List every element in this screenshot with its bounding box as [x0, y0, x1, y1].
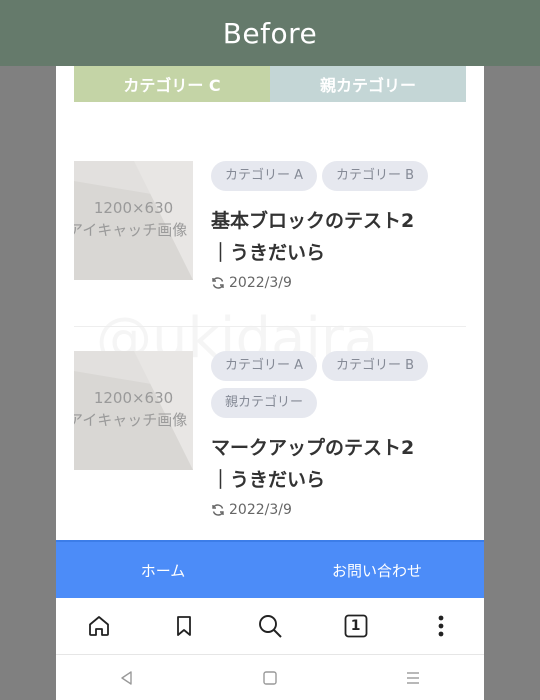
nav-contact-label: お問い合わせ	[331, 561, 422, 580]
system-nav	[56, 655, 484, 700]
before-banner: Before	[0, 0, 540, 66]
refresh-icon	[212, 504, 224, 516]
banner-label: Before	[222, 16, 318, 50]
back-icon[interactable]	[105, 656, 149, 700]
thumbnail-caption: アイキャッチ画像	[74, 221, 188, 239]
category-c-label: カテゴリー C	[123, 76, 221, 95]
home-icon[interactable]	[77, 604, 121, 648]
browser-toolbar: 1	[56, 598, 484, 655]
post-thumbnail[interactable]: 1200×630 アイキャッチ画像	[74, 161, 193, 280]
nav-home-label: ホーム	[140, 561, 186, 580]
post-title[interactable]: 基本ブロックのテスト2｜うきだいら	[211, 205, 431, 269]
search-icon[interactable]	[248, 604, 292, 648]
tag-category-b[interactable]: カテゴリー B	[322, 351, 429, 381]
nav-contact-button[interactable]: お問い合わせ	[270, 542, 484, 598]
phone-screen: カテゴリー C 親カテゴリー @ukidaira 1200×630 アイキャッチ…	[56, 66, 484, 700]
post-date: 2022/3/9	[211, 275, 466, 291]
tabs-icon[interactable]: 1	[334, 604, 378, 648]
thumbnail-size: 1200×630	[93, 389, 174, 407]
tag-category-b[interactable]: カテゴリー B	[322, 161, 429, 191]
bookmark-icon[interactable]	[162, 604, 206, 648]
divider	[74, 326, 466, 327]
post-title[interactable]: マークアップのテスト2｜うきだいら	[211, 432, 431, 496]
category-bar: カテゴリー C 親カテゴリー	[74, 66, 466, 102]
post-thumbnail[interactable]: 1200×630 アイキャッチ画像	[74, 351, 193, 470]
category-c-link[interactable]: カテゴリー C	[74, 66, 270, 102]
tab-count: 1	[350, 618, 361, 634]
post-card[interactable]: 1200×630 アイキャッチ画像 カテゴリー A カテゴリー B 親カテゴリー…	[74, 351, 466, 541]
more-icon[interactable]	[419, 604, 463, 648]
post-date-text: 2022/3/9	[229, 275, 292, 291]
menu-icon[interactable]	[391, 656, 435, 700]
bottom-nav: ホーム お問い合わせ	[56, 540, 484, 598]
tag-parent-category[interactable]: 親カテゴリー	[211, 388, 318, 418]
post-card[interactable]: 1200×630 アイキャッチ画像 カテゴリー A カテゴリー B 基本ブロック…	[74, 161, 466, 301]
parent-category-label: 親カテゴリー	[319, 76, 416, 95]
post-date-text: 2022/3/9	[229, 502, 292, 518]
parent-category-link[interactable]: 親カテゴリー	[270, 66, 466, 102]
home-square-icon[interactable]	[248, 656, 292, 700]
post-date: 2022/3/9	[211, 502, 466, 518]
refresh-icon	[212, 277, 224, 289]
tag-category-a[interactable]: カテゴリー A	[211, 161, 318, 191]
thumbnail-size: 1200×630	[93, 199, 174, 217]
nav-home-button[interactable]: ホーム	[56, 542, 270, 598]
thumbnail-caption: アイキャッチ画像	[74, 411, 188, 429]
tag-category-a[interactable]: カテゴリー A	[211, 351, 318, 381]
